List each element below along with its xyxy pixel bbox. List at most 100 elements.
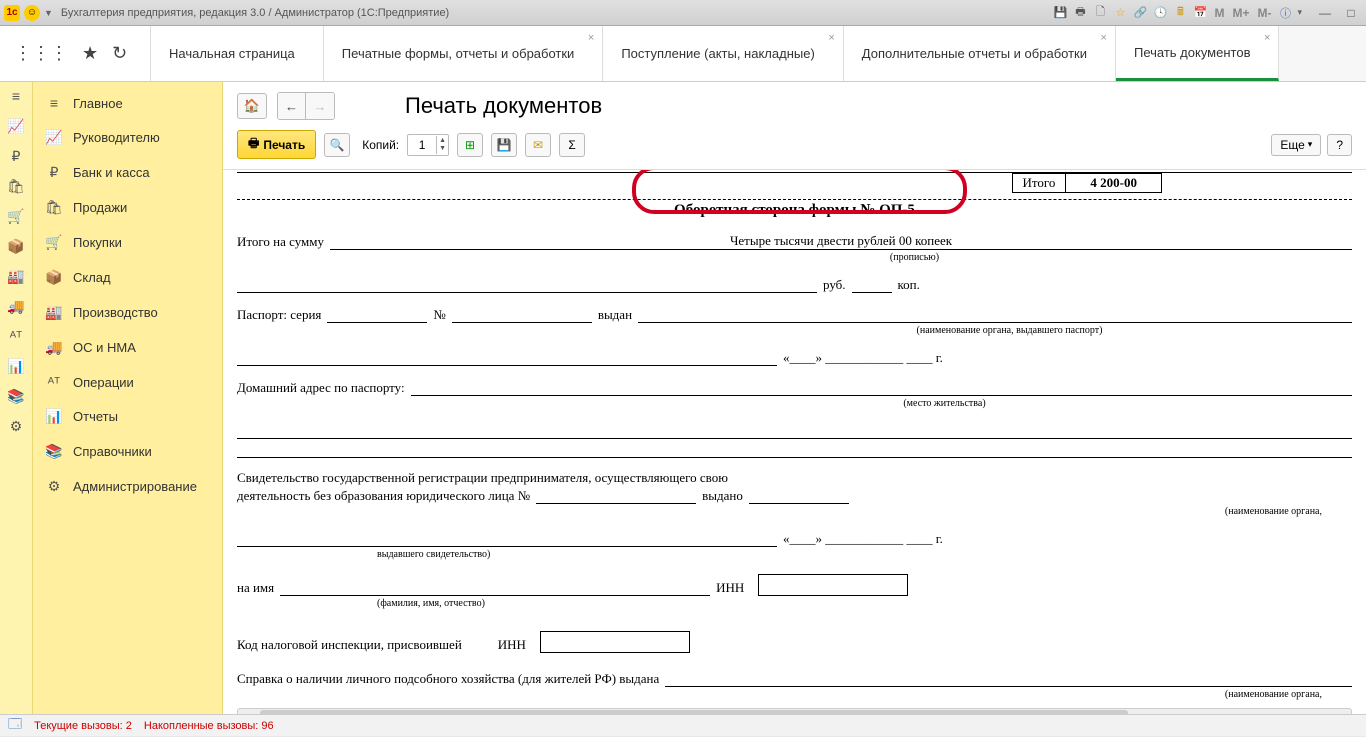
mini-refs-icon[interactable]: 📚	[7, 388, 25, 404]
mini-chart-icon[interactable]: 📈	[7, 118, 25, 134]
mini-os-icon[interactable]: 🚚	[7, 298, 25, 314]
tab-print-forms[interactable]: Печатные формы, отчеты и обработки ×	[324, 26, 604, 81]
template-button[interactable]: ⊞	[457, 133, 483, 157]
m-plus-button[interactable]: M+	[1230, 6, 1251, 20]
mini-sales-icon[interactable]: 🛍	[7, 178, 25, 194]
document-scroll[interactable]: Итого 4 200-00 Оборотная сторона формы №…	[223, 170, 1366, 714]
mini-reports-icon[interactable]: 📊	[7, 358, 25, 374]
passport-issued-label: выдан	[598, 307, 632, 323]
link-icon[interactable]: 🔗	[1132, 5, 1148, 21]
sidebar-item-manager[interactable]: 📈Руководителю	[33, 120, 222, 155]
mini-admin-icon[interactable]: ⚙	[7, 418, 25, 434]
calc-icon[interactable]: 🖩	[1172, 5, 1188, 21]
sidebar-item-stock[interactable]: 📦Склад	[33, 260, 222, 295]
itogo-label: Итого	[1012, 173, 1066, 193]
close-icon[interactable]: ×	[1101, 32, 1107, 44]
total-sub: (прописью)	[477, 252, 1352, 263]
sum-button[interactable]: Σ	[559, 133, 585, 157]
copies-label: Копий:	[362, 138, 399, 152]
cert-line2	[237, 531, 777, 547]
passport-number	[452, 307, 592, 323]
nav-back-forward: ← →	[277, 92, 335, 120]
more-button[interactable]: Еще▾	[1271, 134, 1321, 156]
copies-input[interactable]	[408, 138, 436, 152]
star-icon[interactable]: ☆	[1112, 5, 1128, 21]
box-icon: 📦	[45, 269, 63, 286]
back-button[interactable]: ←	[278, 93, 306, 119]
calendar-icon[interactable]: 📅	[1192, 5, 1208, 21]
total-sum-label: Итого на сумму	[237, 234, 324, 250]
forward-button[interactable]: →	[306, 93, 334, 119]
app-icon: 1c	[4, 5, 20, 21]
print-icon[interactable]: 🖶	[1072, 5, 1088, 21]
sidebar-item-os-nma[interactable]: 🚚ОС и НМА	[33, 330, 222, 365]
sidebar-item-production[interactable]: 🏭 Производство	[33, 295, 222, 330]
help-button[interactable]: ?	[1327, 134, 1352, 156]
mini-stock-icon[interactable]: 📦	[7, 238, 25, 254]
preview-button[interactable]: 🔍	[324, 133, 350, 157]
close-icon[interactable]: ×	[588, 32, 594, 44]
info-icon[interactable]: ⓘ	[1277, 5, 1293, 21]
close-icon[interactable]: ×	[828, 32, 834, 44]
minimize-button[interactable]: —	[1314, 5, 1336, 21]
mini-main-icon[interactable]: ≡	[7, 88, 25, 104]
save-icon[interactable]: 💾	[1052, 5, 1068, 21]
dropdown-icon[interactable]: ▼	[44, 8, 53, 18]
factory-icon: 🏭	[45, 304, 63, 321]
chevron-down-icon: ▾	[1308, 139, 1313, 150]
history-icon[interactable]: ↻	[112, 43, 127, 64]
clock-icon[interactable]: 🕓	[1152, 5, 1168, 21]
passport-series	[327, 307, 427, 323]
tabs-row: ⋮⋮⋮ ★ ↻ Начальная страница Печатные форм…	[0, 26, 1366, 82]
bag-icon: 🛍	[45, 199, 63, 216]
copies-spinner[interactable]: ▲▼	[407, 134, 449, 156]
sidebar-item-label: Справочники	[73, 444, 152, 459]
tab-label: Печатные формы, отчеты и обработки	[342, 46, 575, 61]
status-icon[interactable]: 🗔	[8, 715, 22, 737]
sidebar-item-sales[interactable]: 🛍Продажи	[33, 190, 222, 225]
sidebar-item-label: ОС и НМА	[73, 340, 136, 355]
mini-ops-icon[interactable]: ᴬᵀ	[7, 328, 25, 344]
mini-prod-icon[interactable]: 🏭	[7, 268, 25, 284]
name-label: на имя	[237, 580, 274, 596]
mini-sidebar: ≡ 📈 ₽ 🛍 🛒 📦 🏭 🚚 ᴬᵀ 📊 📚 ⚙	[0, 82, 33, 714]
scrollbar-thumb[interactable]	[260, 710, 1128, 714]
sidebar-item-main[interactable]: ≡Главное	[33, 86, 222, 120]
ops-icon: ᴬᵀ	[45, 374, 63, 390]
home-button[interactable]: 🏠	[237, 93, 267, 119]
sidebar-item-operations[interactable]: ᴬᵀОперации	[33, 365, 222, 399]
passport-no-label: №	[433, 307, 445, 323]
preview-icon[interactable]: 🗋	[1092, 5, 1108, 21]
sidebar-item-admin[interactable]: ⚙Администрирование	[33, 469, 222, 504]
tab-print-documents[interactable]: Печать документов×	[1116, 26, 1280, 81]
ruble-icon: ₽	[45, 164, 63, 181]
sidebar-item-label: Покупки	[73, 235, 122, 250]
save-disk-button[interactable]: 💾	[491, 133, 517, 157]
apps-icon[interactable]: ⋮⋮⋮	[14, 43, 68, 64]
sidebar-item-reports[interactable]: 📊Отчеты	[33, 399, 222, 434]
m-minus-button[interactable]: M-	[1255, 6, 1273, 20]
sidebar: ≡Главное 📈Руководителю ₽Банк и касса 🛍Пр…	[33, 82, 223, 714]
mini-purchase-icon[interactable]: 🛒	[7, 208, 25, 224]
household-label: Справка о наличии личного подсобного хоз…	[237, 671, 659, 687]
m-button[interactable]: M	[1212, 6, 1226, 20]
sidebar-item-label: Производство	[73, 305, 158, 320]
email-button[interactable]: ✉	[525, 133, 551, 157]
spin-down-icon[interactable]: ▼	[439, 145, 446, 153]
tab-additional-reports[interactable]: Дополнительные отчеты и обработки×	[844, 26, 1116, 81]
cert-issued-label: выдано	[702, 488, 743, 504]
info-dd-icon[interactable]: ▾	[1297, 7, 1302, 18]
maximize-button[interactable]: □	[1340, 5, 1362, 21]
close-icon[interactable]: ×	[1264, 32, 1270, 44]
mini-bank-icon[interactable]: ₽	[7, 148, 25, 164]
spin-up-icon[interactable]: ▲	[439, 137, 446, 145]
sidebar-item-purchases[interactable]: 🛒Покупки	[33, 225, 222, 260]
sidebar-item-references[interactable]: 📚Справочники	[33, 434, 222, 469]
horizontal-scrollbar[interactable]	[237, 708, 1352, 714]
form-title: Оборотная сторона формы № ОП-5	[237, 202, 1352, 219]
favorites-star-icon[interactable]: ★	[82, 43, 98, 64]
print-button[interactable]: 🖶Печать	[237, 130, 316, 159]
sidebar-item-bank[interactable]: ₽Банк и касса	[33, 155, 222, 190]
tab-receipts[interactable]: Поступление (акты, накладные)×	[603, 26, 843, 81]
tab-home[interactable]: Начальная страница	[151, 26, 324, 81]
